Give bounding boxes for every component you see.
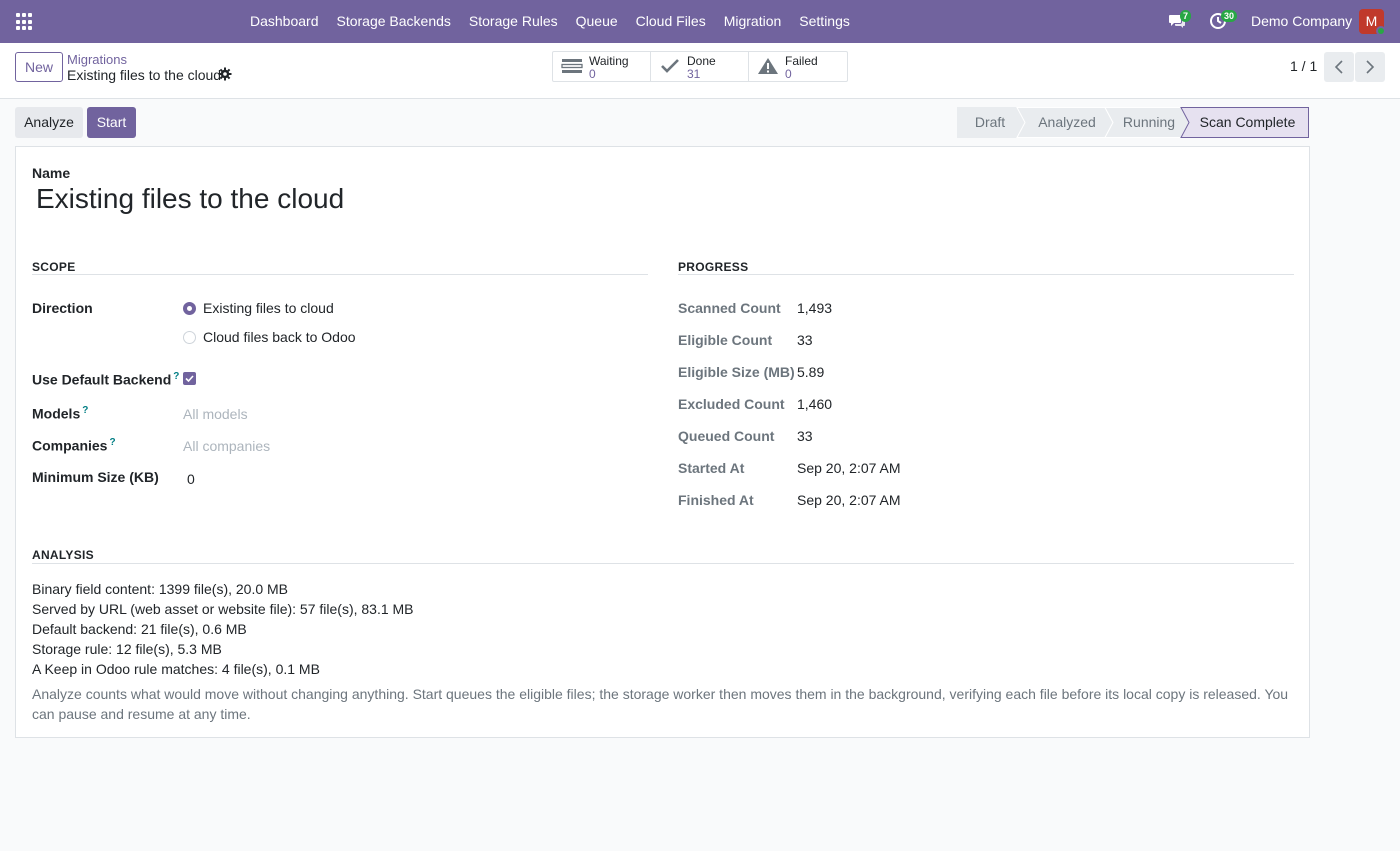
company-switcher[interactable]: Demo Company: [1251, 0, 1352, 43]
menu-migration[interactable]: Migration: [715, 0, 791, 43]
waiting-list-icon: [561, 59, 583, 73]
scope-divider: [32, 274, 648, 275]
companies-input[interactable]: All companies: [183, 438, 270, 454]
queued-count-label: Queued Count: [678, 428, 775, 444]
queued-count-value: 33: [797, 428, 813, 444]
name-field[interactable]: Existing files to the cloud: [36, 183, 344, 215]
scanned-count-value: 1,493: [797, 300, 833, 316]
analysis-line: Served by URL (web asset or website file…: [32, 601, 414, 617]
warning-icon: [758, 58, 778, 74]
stat-buttons: Waiting 0 Done 31 Failed 0: [552, 51, 848, 82]
pager-previous-button[interactable]: [1324, 52, 1354, 82]
chevron-right-icon: [1366, 60, 1375, 74]
eligible-size-value: 5.89: [797, 364, 825, 380]
direction-option-to-odoo[interactable]: Cloud files back to Odoo: [203, 329, 356, 345]
excluded-count-label: Excluded Count: [678, 396, 785, 412]
stat-done-button[interactable]: Done 31: [651, 52, 749, 81]
top-navbar: Dashboard Storage Backends Storage Rules…: [0, 0, 1400, 43]
finished-at-value: Sep 20, 2:07 AM: [797, 492, 901, 508]
direction-label: Direction: [32, 300, 93, 316]
new-button[interactable]: New: [15, 52, 63, 82]
activities-count-badge: 30: [1221, 10, 1238, 22]
stat-waiting-value: 0: [589, 67, 596, 81]
min-size-label: Minimum Size (KB): [32, 469, 159, 485]
stage-scan-complete[interactable]: Scan Complete: [1189, 107, 1306, 138]
analysis-divider: [32, 563, 1294, 564]
progress-divider: [678, 274, 1294, 275]
apps-grid-icon[interactable]: [16, 13, 34, 31]
analysis-line: Binary field content: 1399 file(s), 20.0…: [32, 581, 289, 597]
stage-draft[interactable]: Draft: [957, 107, 1023, 138]
min-size-input[interactable]: 0: [187, 471, 195, 487]
breadcrumb-migrations[interactable]: Migrations: [67, 52, 127, 67]
stat-failed-value: 0: [785, 67, 792, 81]
messages-count-badge: 7: [1180, 10, 1192, 22]
start-button[interactable]: Start: [87, 107, 136, 138]
models-input[interactable]: All models: [183, 406, 248, 422]
analysis-help-text: Analyze counts what would move without c…: [32, 686, 1289, 722]
pager-next-button[interactable]: [1355, 52, 1385, 82]
control-panel: New Migrations Existing files to the clo…: [0, 43, 1400, 99]
stage-analyzed[interactable]: Analyzed: [1023, 107, 1111, 138]
check-icon: [661, 59, 679, 73]
pager-value[interactable]: 1 / 1: [1290, 58, 1317, 74]
finished-at-label: Finished At: [678, 492, 754, 508]
form-sheet: Name Existing files to the cloud SCOPE D…: [15, 146, 1310, 738]
analysis-line: A Keep in Odoo rule matches: 4 file(s), …: [32, 661, 320, 677]
direction-option-to-cloud[interactable]: Existing files to cloud: [203, 300, 334, 316]
menu-cloud-files[interactable]: Cloud Files: [627, 0, 715, 43]
chevron-left-icon: [1334, 60, 1343, 74]
scanned-count-label: Scanned Count: [678, 300, 781, 316]
started-at-value: Sep 20, 2:07 AM: [797, 460, 901, 476]
menu-storage-backends[interactable]: Storage Backends: [328, 0, 460, 43]
eligible-count-value: 33: [797, 332, 813, 348]
use-default-backend-label-text: Use Default Backend: [32, 371, 172, 388]
models-label: Models?: [32, 405, 88, 422]
status-stages: Draft Analyzed Running Scan Complete: [957, 107, 1309, 138]
models-label-text: Models: [32, 405, 81, 422]
excluded-count-value: 1,460: [797, 396, 833, 412]
help-tooltip-icon[interactable]: ?: [82, 405, 88, 416]
online-status-dot: [1376, 26, 1386, 36]
messages-icon[interactable]: 7: [1168, 10, 1192, 30]
use-default-backend-label: Use Default Backend?: [32, 371, 179, 388]
menu-dashboard[interactable]: Dashboard: [241, 0, 328, 43]
direction-radio-to-cloud[interactable]: [183, 302, 196, 315]
use-default-backend-checkbox[interactable]: [183, 372, 196, 385]
companies-label: Companies?: [32, 437, 116, 454]
stat-failed-button[interactable]: Failed 0: [749, 52, 847, 81]
breadcrumb-current: Existing files to the cloud: [67, 67, 222, 83]
checkmark-icon: [185, 375, 194, 383]
companies-label-text: Companies: [32, 437, 108, 454]
stat-done-value: 31: [687, 67, 701, 81]
main-menu: Dashboard Storage Backends Storage Rules…: [241, 0, 859, 43]
activities-clock-icon[interactable]: 30: [1209, 10, 1238, 30]
direction-radio-to-odoo[interactable]: [183, 331, 196, 344]
menu-queue[interactable]: Queue: [567, 0, 627, 43]
help-tooltip-icon[interactable]: ?: [173, 371, 179, 382]
stage-running[interactable]: Running: [1111, 107, 1187, 138]
stat-waiting-button[interactable]: Waiting 0: [553, 52, 651, 81]
menu-settings[interactable]: Settings: [790, 0, 859, 43]
started-at-label: Started At: [678, 460, 745, 476]
eligible-count-label: Eligible Count: [678, 332, 773, 348]
help-tooltip-icon[interactable]: ?: [109, 437, 115, 448]
analysis-section-title: ANALYSIS: [32, 548, 94, 562]
name-label: Name: [32, 165, 71, 181]
eligible-size-label: Eligible Size (MB): [678, 364, 795, 380]
progress-section-title: PROGRESS: [678, 260, 749, 274]
analysis-line: Default backend: 21 file(s), 0.6 MB: [32, 621, 247, 637]
scope-section-title: SCOPE: [32, 260, 76, 274]
gear-icon[interactable]: [218, 67, 232, 81]
analyze-button[interactable]: Analyze: [15, 107, 83, 138]
analysis-line: Storage rule: 12 file(s), 5.3 MB: [32, 641, 222, 657]
menu-storage-rules[interactable]: Storage Rules: [460, 0, 567, 43]
